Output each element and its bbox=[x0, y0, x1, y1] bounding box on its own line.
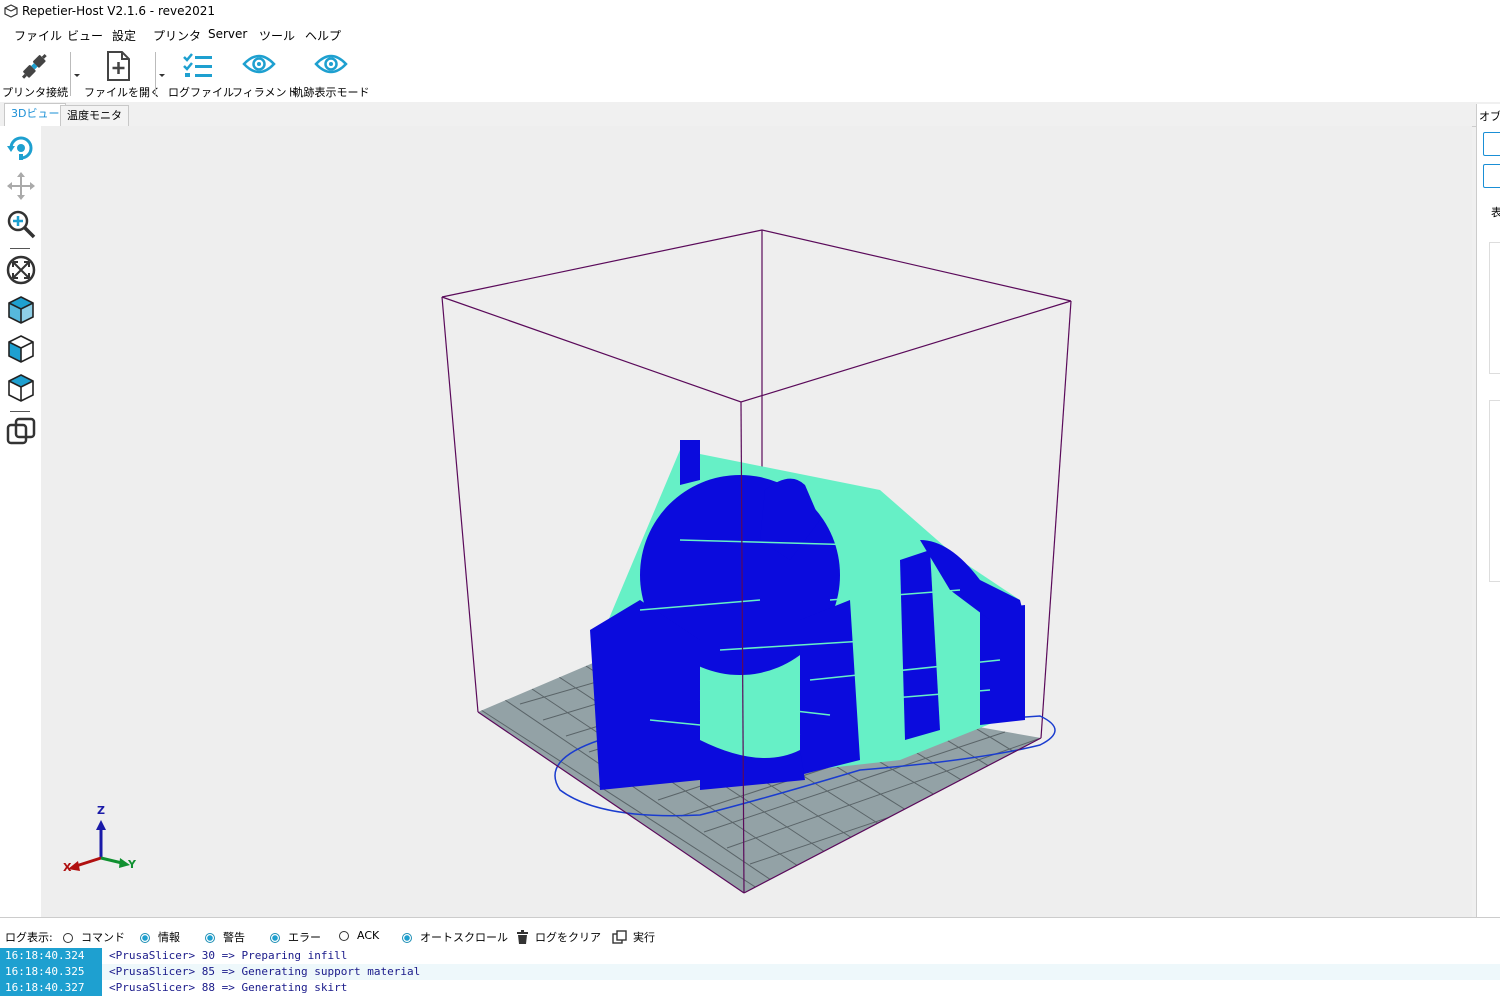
log-row: 16:18:40.327 <PrusaSlicer> 88 => Generat… bbox=[0, 980, 1500, 996]
app-logo-icon bbox=[4, 4, 18, 18]
parallel-view-icon[interactable] bbox=[5, 416, 37, 448]
zoom-icon[interactable] bbox=[5, 208, 37, 240]
view-tabs: 3Dビュー 温度モニタ bbox=[0, 102, 1500, 127]
tab-temperature-monitor[interactable]: 温度モニタ bbox=[60, 105, 129, 126]
menu-settings[interactable]: 設定 bbox=[112, 27, 136, 44]
plug-icon bbox=[21, 53, 47, 79]
filter-warnings-label: 警告 bbox=[223, 931, 245, 944]
trash-icon bbox=[517, 930, 528, 944]
log-message: <PrusaSlicer> 85 => Generating support m… bbox=[109, 965, 421, 978]
axis-label-z: Z bbox=[97, 804, 105, 817]
title-bar: Repetier-Host V2.1.6 - reve2021 bbox=[0, 0, 1500, 22]
move-icon[interactable] bbox=[5, 170, 37, 202]
open-file-dropdown[interactable] bbox=[155, 52, 166, 96]
connect-button[interactable]: プリンタ接続 bbox=[2, 50, 68, 99]
menu-printer[interactable]: プリンタ bbox=[153, 27, 201, 44]
radio-icon bbox=[402, 933, 412, 943]
radio-icon bbox=[140, 933, 150, 943]
axis-indicator bbox=[68, 820, 130, 871]
open-file-label: ファイルを開く bbox=[84, 86, 161, 99]
filter-warnings[interactable]: 警告 bbox=[205, 929, 245, 945]
filament-button[interactable]: フィラメント bbox=[232, 50, 297, 99]
clear-log-label: ログをクリア bbox=[535, 931, 601, 944]
log-list[interactable]: 16:18:40.324 <PrusaSlicer> 30 => Prepari… bbox=[0, 947, 1500, 1000]
log-message: <PrusaSlicer> 30 => Preparing infill bbox=[109, 949, 348, 962]
log-file-button[interactable]: ログファイル bbox=[168, 50, 234, 99]
axis-label-y: Y bbox=[128, 858, 136, 871]
tool-separator bbox=[10, 411, 30, 412]
axis-label-x: X bbox=[63, 861, 72, 874]
copy-icon bbox=[612, 930, 627, 944]
radio-icon bbox=[63, 933, 73, 943]
front-view-icon[interactable] bbox=[5, 333, 37, 365]
eye-icon bbox=[314, 54, 348, 74]
menu-help[interactable]: ヘルプ bbox=[305, 27, 341, 44]
menu-file[interactable]: ファイル bbox=[14, 27, 62, 44]
rotate-icon[interactable] bbox=[5, 132, 37, 164]
fit-view-icon[interactable] bbox=[5, 254, 37, 286]
filter-ack-label: ACK bbox=[357, 929, 380, 942]
filter-info[interactable]: 情報 bbox=[140, 929, 180, 945]
travel-mode-label: 軌跡表示モード bbox=[292, 86, 370, 99]
radio-icon bbox=[339, 931, 349, 941]
filter-autoscroll[interactable]: オートスクロール bbox=[402, 929, 508, 945]
tab-objects[interactable]: オブ bbox=[1479, 108, 1500, 124]
top-view-icon[interactable] bbox=[5, 372, 37, 404]
filter-errors[interactable]: エラー bbox=[270, 929, 321, 945]
clear-log-button[interactable]: ログをクリア bbox=[516, 929, 601, 945]
open-file-button[interactable]: ファイルを開く bbox=[84, 50, 161, 99]
menu-bar: ファイル ビュー 設定 プリンタ Server ツール ヘルプ bbox=[0, 22, 1500, 46]
filter-ack[interactable]: ACK bbox=[339, 929, 379, 942]
log-timestamp: 16:18:40.327 bbox=[0, 980, 102, 996]
panel-button[interactable] bbox=[1483, 164, 1500, 188]
checklist-icon bbox=[183, 53, 212, 77]
run-label: 実行 bbox=[633, 931, 655, 944]
connect-dropdown[interactable] bbox=[70, 52, 81, 96]
travel-mode-button[interactable]: 軌跡表示モード bbox=[292, 50, 370, 99]
filter-errors-label: エラー bbox=[288, 931, 321, 944]
panel-button[interactable] bbox=[1483, 132, 1500, 156]
filament-label: フィラメント bbox=[232, 86, 298, 99]
log-filter-bar: ログ表示: コマンド 情報 警告 エラー ACK オートスクロール ログをクリア… bbox=[0, 917, 1500, 948]
log-row: 16:18:40.324 <PrusaSlicer> 30 => Prepari… bbox=[0, 948, 1500, 964]
menu-server[interactable]: Server bbox=[208, 27, 247, 41]
log-message: <PrusaSlicer> 88 => Generating skirt bbox=[109, 981, 348, 994]
toolbar: プリンタ接続 ファイルを開く ログファイル フィラメント 軌跡表示モード bbox=[0, 46, 1500, 103]
file-add-icon bbox=[107, 51, 130, 81]
connect-label: プリンタ接続 bbox=[2, 86, 68, 99]
filter-info-label: 情報 bbox=[158, 931, 180, 944]
view-tools bbox=[0, 126, 41, 917]
run-button[interactable]: 実行 bbox=[612, 929, 655, 945]
log-file-label: ログファイル bbox=[168, 86, 234, 99]
eye-icon bbox=[242, 54, 276, 74]
log-view-label: ログ表示: bbox=[5, 931, 53, 944]
panel-group bbox=[1489, 242, 1500, 374]
tool-separator bbox=[10, 248, 30, 249]
radio-icon bbox=[270, 933, 280, 943]
iso-view-icon[interactable] bbox=[5, 294, 37, 326]
log-timestamp: 16:18:40.324 bbox=[0, 948, 102, 964]
3d-viewport[interactable]: Z X Y bbox=[41, 126, 1472, 917]
filter-commands-label: コマンド bbox=[81, 931, 125, 944]
radio-icon bbox=[205, 933, 215, 943]
filter-commands[interactable]: コマンド bbox=[63, 929, 125, 945]
filter-autoscroll-label: オートスクロール bbox=[420, 931, 508, 944]
panel-label: 表 bbox=[1491, 204, 1500, 220]
print-volume-scene bbox=[68, 229, 1072, 894]
window-title: Repetier-Host V2.1.6 - reve2021 bbox=[22, 4, 216, 18]
log-row: 16:18:40.325 <PrusaSlicer> 85 => Generat… bbox=[0, 964, 1500, 980]
panel-group bbox=[1489, 400, 1500, 582]
tab-3d-view[interactable]: 3Dビュー bbox=[4, 103, 67, 127]
object-panel: オブ 表 bbox=[1476, 104, 1500, 917]
log-timestamp: 16:18:40.325 bbox=[0, 964, 102, 980]
menu-tools[interactable]: ツール bbox=[259, 27, 295, 44]
menu-view[interactable]: ビュー bbox=[67, 27, 103, 44]
